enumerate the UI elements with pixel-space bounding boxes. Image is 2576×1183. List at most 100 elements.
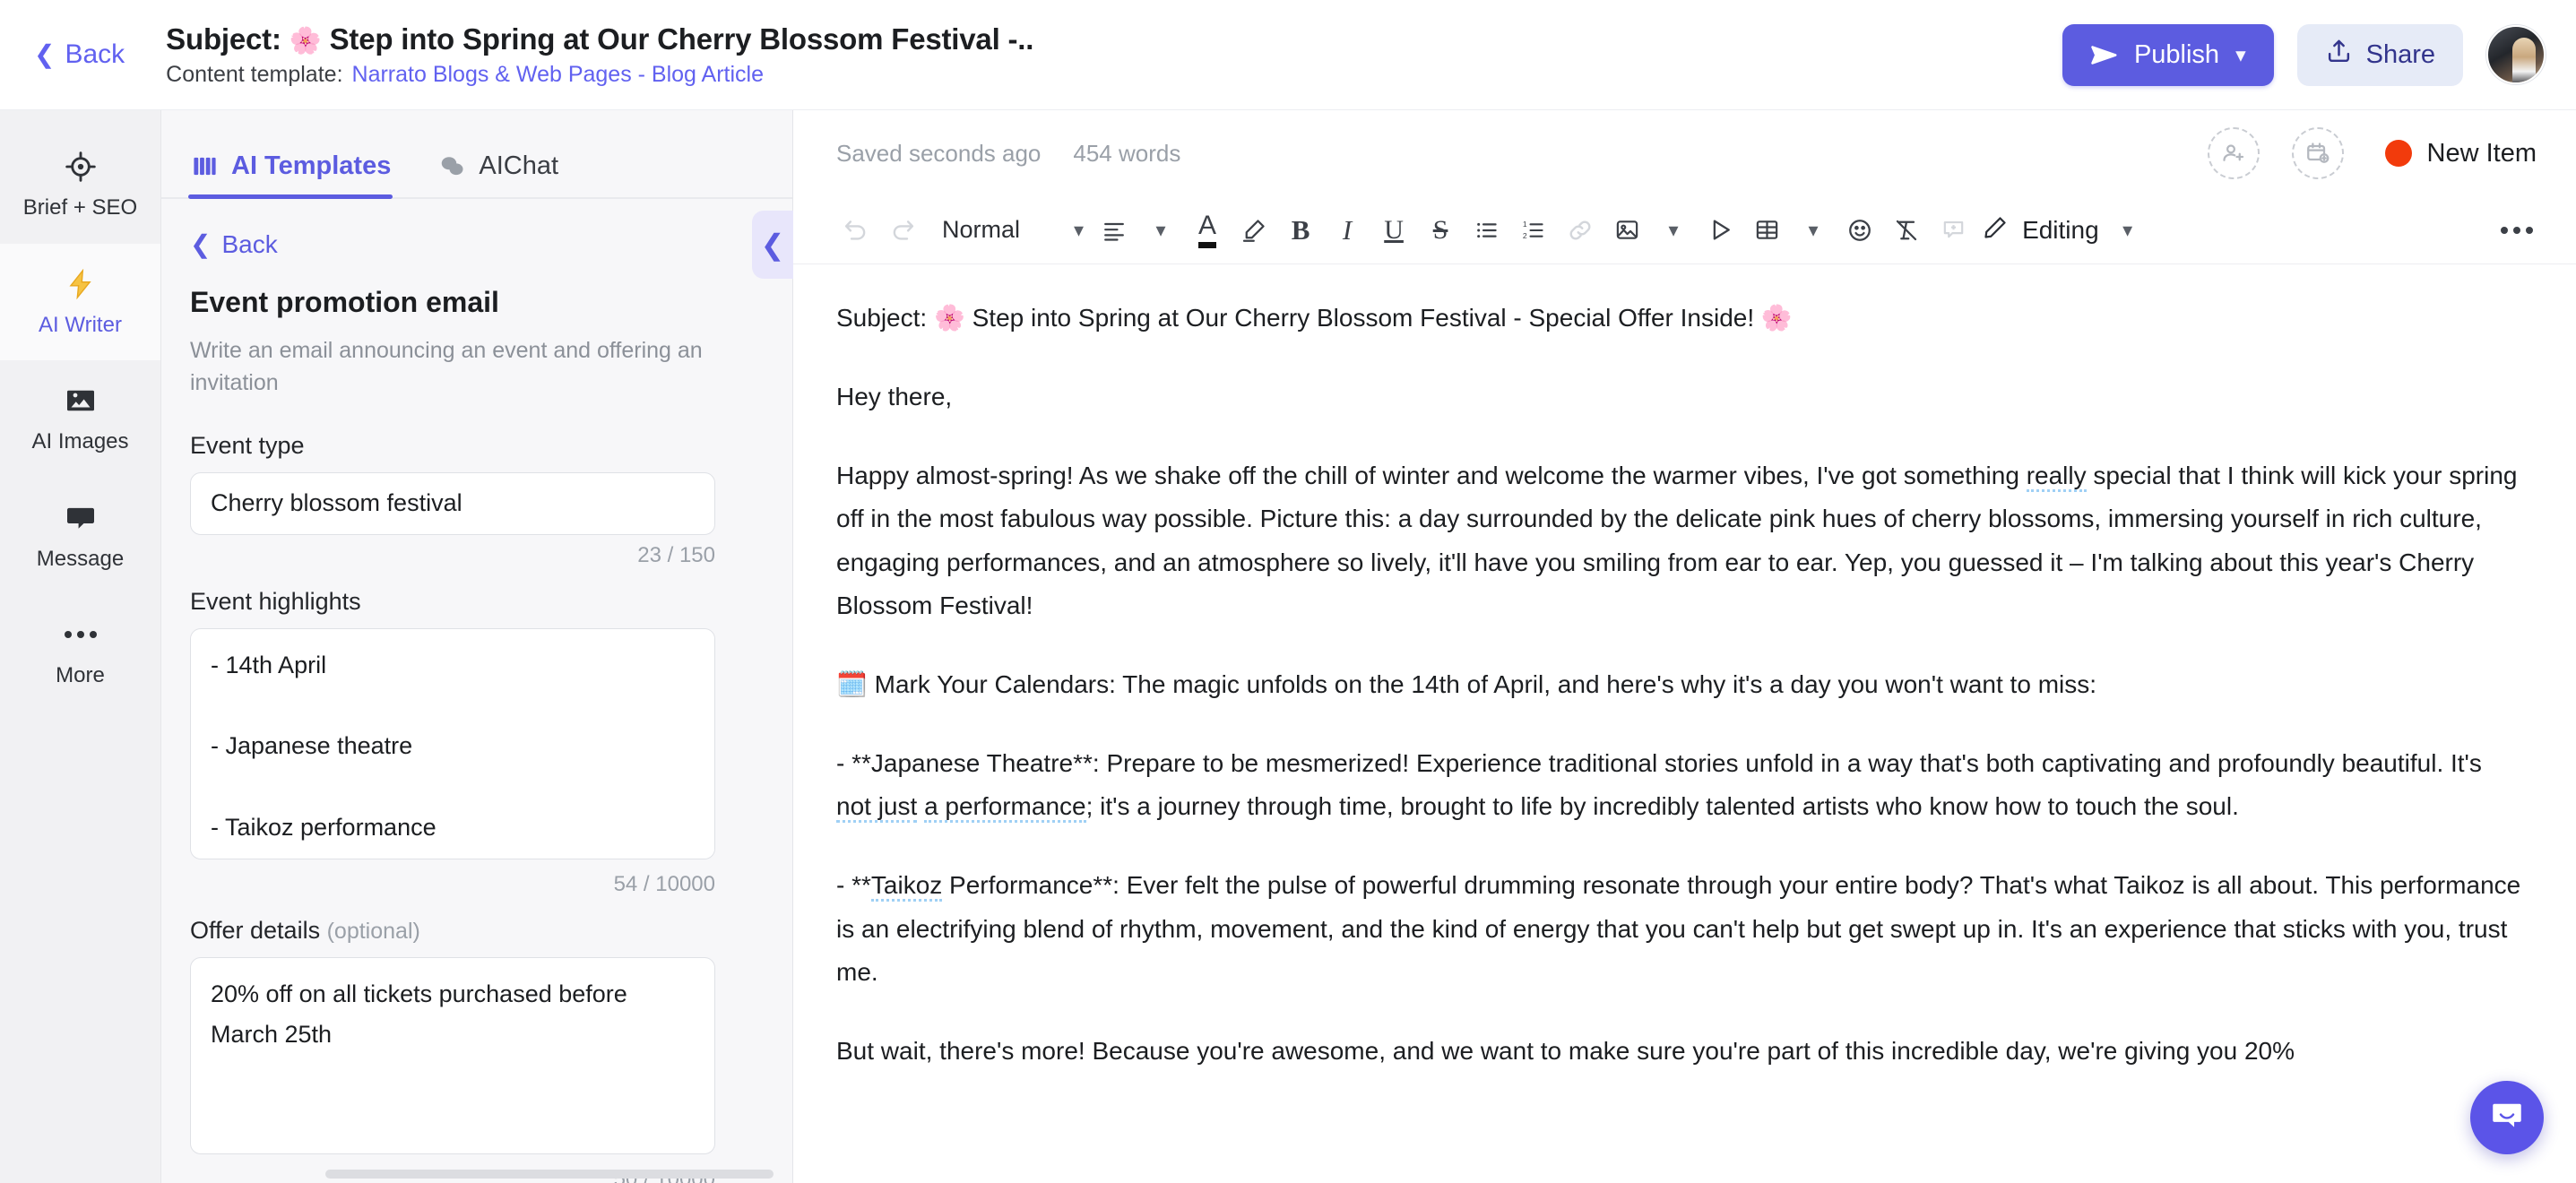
paragraph-style-value: Normal xyxy=(942,216,1021,243)
image-dropdown-chevron-down-icon[interactable]: ▾ xyxy=(1650,207,1697,254)
collapse-panel-button[interactable]: ❮ xyxy=(752,211,793,279)
doc-subject-prefix: Subject: xyxy=(836,304,928,332)
undo-icon[interactable] xyxy=(833,207,879,254)
page-title-prefix: Subject: xyxy=(166,22,281,56)
panel-horizontal-scrollbar[interactable] xyxy=(325,1170,774,1179)
intercom-launcher-button[interactable] xyxy=(2470,1081,2544,1154)
document-title-block: Subject: 🌸 Step into Spring at Our Cherr… xyxy=(166,22,1033,88)
doc-paragraph-1: Happy almost-spring! As we shake off the… xyxy=(836,462,2518,619)
image-icon xyxy=(62,382,99,419)
add-collaborator-button[interactable] xyxy=(2207,127,2260,179)
left-rail: Brief + SEO AI Writer AI Images Message xyxy=(0,110,161,1183)
doc-paragraph-5: But wait, there's more! Because you're a… xyxy=(836,1030,2522,1073)
template-name: Event promotion email xyxy=(190,286,499,319)
bold-button[interactable]: B xyxy=(1277,207,1324,254)
header-actions: Publish ▾ Share xyxy=(2062,23,2546,86)
avatar[interactable] xyxy=(2486,25,2546,84)
lightning-icon xyxy=(62,265,99,303)
field-event-highlights: Event highlights 54 / 10000 xyxy=(190,588,753,897)
panel-tabs: AI Templates AIChat xyxy=(161,110,792,200)
svg-text:2: 2 xyxy=(1523,231,1527,240)
editor-meta-bar: Saved seconds ago 454 words New Item xyxy=(793,110,2576,196)
sidebar-item-brief-seo[interactable]: Brief + SEO xyxy=(0,126,160,244)
bullet-list-icon[interactable] xyxy=(1464,207,1510,254)
insert-image-icon[interactable] xyxy=(1604,207,1650,254)
content-template-link[interactable]: Narrato Blogs & Web Pages - Blog Article xyxy=(352,62,764,88)
field-label: Offer details (optional) xyxy=(190,917,753,945)
toolbar-more-ellipsis-icon[interactable] xyxy=(2494,207,2540,254)
chevron-left-icon: ❮ xyxy=(760,229,785,261)
sidebar-item-ai-writer[interactable]: AI Writer xyxy=(0,243,160,361)
underline-button[interactable]: U xyxy=(1370,207,1417,254)
field-event-type: Event type 23 / 150 xyxy=(190,432,753,568)
text-color-icon[interactable]: A xyxy=(1184,207,1231,254)
doc-subject-line: Subject: 🌸 Step into Spring at Our Cherr… xyxy=(836,297,2522,340)
event-highlights-textarea[interactable] xyxy=(190,627,715,859)
tab-aichat[interactable]: AIChat xyxy=(437,151,558,197)
emoji-icon[interactable] xyxy=(1837,207,1883,254)
align-icon[interactable] xyxy=(1091,207,1137,254)
doc-paragraph-3: - **Japanese Theatre**: Prepare to be me… xyxy=(836,742,2522,828)
tab-ai-templates[interactable]: AI Templates xyxy=(187,151,393,200)
editing-mode-button[interactable]: Editing xyxy=(1976,214,2105,246)
tab-label: AI Templates xyxy=(231,151,392,181)
panel-content: ❮ Back Event promotion email Write an em… xyxy=(161,199,792,1183)
table-dropdown-chevron-down-icon[interactable]: ▾ xyxy=(1790,207,1837,254)
comment-icon[interactable] xyxy=(1930,207,1976,254)
doc-paragraph-2: 🗓️ Mark Your Calendars: The magic unfold… xyxy=(836,663,2522,706)
doc-subject-text: Step into Spring at Our Cherry Blossom F… xyxy=(972,304,1755,332)
share-button[interactable]: Share xyxy=(2296,23,2463,86)
status-badge-new-item[interactable]: New Item xyxy=(2384,138,2537,168)
chevron-down-icon: ▾ xyxy=(2235,42,2246,66)
add-due-date-button[interactable] xyxy=(2291,127,2344,179)
sidebar-item-more[interactable]: More xyxy=(0,594,160,712)
field-label-text: Offer details xyxy=(190,916,321,944)
app-root: ❮ Back Subject: 🌸 Step into Spring at Ou… xyxy=(0,0,2576,1183)
strikethrough-button[interactable]: S xyxy=(1417,207,1464,254)
publish-button[interactable]: Publish ▾ xyxy=(2062,23,2274,86)
redo-icon[interactable] xyxy=(879,207,926,254)
align-dropdown-chevron-down-icon[interactable]: ▾ xyxy=(1137,207,1184,254)
insert-video-icon[interactable] xyxy=(1697,207,1743,254)
offer-details-textarea[interactable] xyxy=(190,956,715,1154)
page-title-text: Step into Spring at Our Cherry Blossom F… xyxy=(329,22,1034,56)
event-type-input[interactable] xyxy=(190,471,715,535)
sidebar-item-ai-images[interactable]: AI Images xyxy=(0,360,160,478)
editing-dropdown-chevron-down-icon[interactable]: ▾ xyxy=(2105,207,2151,254)
upload-icon xyxy=(2325,38,2353,73)
templates-icon xyxy=(190,152,219,181)
target-icon xyxy=(62,148,99,186)
svg-text:1: 1 xyxy=(1523,219,1527,228)
insert-table-icon[interactable] xyxy=(1743,207,1790,254)
template-description: Write an email announcing an event and o… xyxy=(190,338,703,396)
sidebar-item-message[interactable]: Message xyxy=(0,478,160,595)
content-template-label: Content template: xyxy=(166,61,343,87)
clear-format-icon[interactable] xyxy=(1883,207,1930,254)
publish-button-label: Publish xyxy=(2133,39,2220,69)
sidebar-item-label: AI Images xyxy=(31,429,129,454)
numbered-list-icon[interactable]: 12 xyxy=(1510,207,1557,254)
event-highlights-counter: 54 / 10000 xyxy=(613,871,715,896)
sidebar-item-label: Message xyxy=(36,546,125,571)
document-body[interactable]: Subject: 🌸 Step into Spring at Our Cherr… xyxy=(793,264,2576,1183)
sidebar-item-label: AI Writer xyxy=(39,312,122,337)
letter-a-glyph: A xyxy=(1198,212,1217,248)
top-header: ❮ Back Subject: 🌸 Step into Spring at Ou… xyxy=(0,0,2576,110)
intercom-chat-icon xyxy=(2488,1097,2526,1139)
cherry-blossom-icon: 🌸 xyxy=(289,26,322,56)
chat-bubble-icon xyxy=(62,499,99,537)
sidebar-item-label: Brief + SEO xyxy=(22,195,138,220)
panel-back-button[interactable]: ❮ Back xyxy=(190,229,753,259)
link-icon[interactable] xyxy=(1557,207,1604,254)
highlight-icon[interactable] xyxy=(1231,207,1277,254)
doc-paragraph-4: - **Taikoz Performance**: Ever felt the … xyxy=(836,871,2521,986)
status-badge-label: New Item xyxy=(2426,138,2537,168)
ellipsis-icon xyxy=(62,616,99,653)
editing-mode-label: Editing xyxy=(2022,215,2099,244)
italic-button[interactable]: I xyxy=(1324,207,1370,254)
paragraph-style-select[interactable]: Normal ▾ xyxy=(926,207,1091,254)
tab-label: AIChat xyxy=(479,151,559,181)
field-label: Event highlights xyxy=(190,587,361,615)
back-button[interactable]: ❮ Back xyxy=(25,32,134,77)
chevron-down-icon: ▾ xyxy=(1074,218,1085,241)
